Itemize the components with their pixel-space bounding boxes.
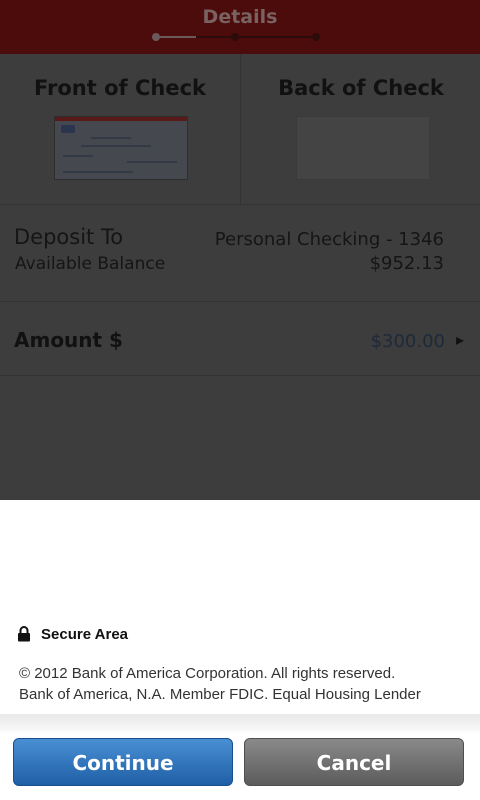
check-top-stripe bbox=[55, 117, 187, 121]
header-bar: Details bbox=[0, 0, 480, 55]
copyright-text: © 2012 Bank of America Corporation. All … bbox=[19, 665, 396, 682]
page-title: Details bbox=[202, 6, 278, 28]
progress-line-done bbox=[156, 36, 196, 38]
continue-button[interactable]: Continue bbox=[13, 738, 233, 786]
check-images-row: Front of Check Back of Check bbox=[0, 54, 480, 205]
lock-icon bbox=[18, 626, 30, 642]
amount-value: $300.00 bbox=[370, 331, 445, 352]
deposit-to-row[interactable]: Deposit To Available Balance Personal Ch… bbox=[0, 205, 480, 302]
progress-step-3 bbox=[312, 33, 320, 41]
bank-logo-icon bbox=[61, 125, 75, 133]
deposit-to-label: Deposit To bbox=[14, 225, 124, 249]
details-content: Front of Check Back of Check Deposit To … bbox=[0, 54, 480, 500]
available-balance-value: $952.13 bbox=[369, 253, 444, 274]
cancel-button[interactable]: Cancel bbox=[244, 738, 464, 786]
legal-notice: © 2012 Bank of America Corporation. All … bbox=[19, 663, 474, 705]
front-check-thumbnail[interactable] bbox=[54, 116, 188, 180]
back-check-thumbnail[interactable] bbox=[296, 116, 430, 180]
amount-label: Amount $ bbox=[14, 328, 123, 352]
check-micr-line bbox=[63, 171, 133, 173]
progress-line-remaining bbox=[196, 36, 316, 38]
step-progress-indicator bbox=[150, 30, 322, 44]
progress-step-1 bbox=[152, 33, 160, 41]
secure-area-label: Secure Area bbox=[41, 626, 128, 643]
check-signature bbox=[127, 161, 177, 163]
button-bar: Continue Cancel bbox=[0, 714, 480, 800]
front-of-check-label: Front of Check bbox=[34, 76, 206, 100]
check-line bbox=[63, 155, 93, 157]
fdic-text: Bank of America, N.A. Member FDIC. Equal… bbox=[19, 686, 421, 703]
progress-step-2 bbox=[231, 33, 239, 41]
check-line bbox=[91, 137, 131, 139]
front-of-check-cell[interactable]: Front of Check bbox=[0, 54, 241, 204]
available-balance-label: Available Balance bbox=[15, 254, 166, 274]
chevron-right-icon: ▸ bbox=[455, 330, 464, 349]
deposit-account-name: Personal Checking - 1346 bbox=[214, 229, 444, 250]
check-line bbox=[81, 145, 151, 147]
amount-row[interactable]: Amount $ $300.00 ▸ bbox=[0, 302, 480, 376]
back-of-check-cell[interactable]: Back of Check bbox=[241, 54, 480, 204]
back-of-check-label: Back of Check bbox=[278, 76, 444, 100]
